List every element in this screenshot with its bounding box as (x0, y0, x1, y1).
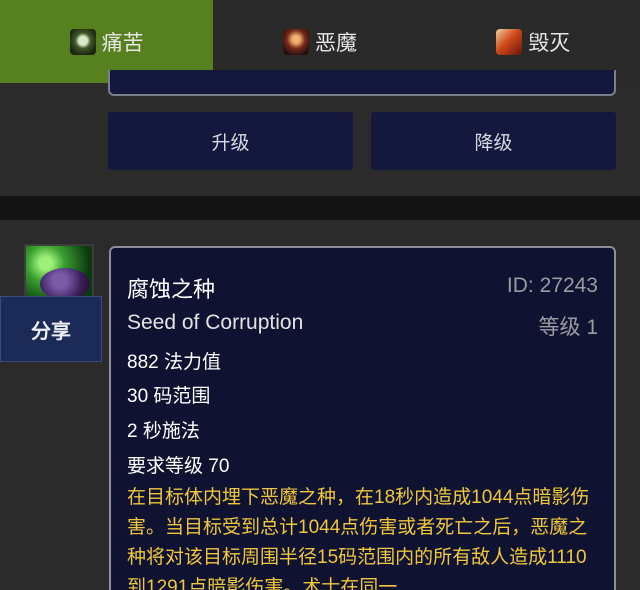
spell-cast-time: 2 秒施法 (127, 421, 200, 442)
section-divider (0, 196, 640, 220)
previous-spell-card (108, 70, 616, 96)
spell-range: 30 码范围 (127, 386, 211, 407)
downgrade-button[interactable]: 降级 (371, 112, 616, 170)
spell-name-en: Seed of Corruption (127, 311, 304, 334)
tab-destruction-label: 毁灭 (528, 31, 571, 55)
destruction-icon (496, 28, 523, 55)
spell-required-level: 要求等级 70 (127, 456, 230, 477)
share-button[interactable]: 分享 (0, 296, 102, 362)
spell-description: 在目标体内埋下恶魔之种，在18秒内造成1044点暗影伤害。当目标受到总计1044… (127, 487, 590, 590)
tab-affliction-label: 痛苦 (101, 31, 144, 55)
demonology-icon (282, 28, 309, 55)
upgrade-button[interactable]: 升级 (108, 112, 353, 170)
spell-tooltip: 腐蚀之种 ID: 27243 Seed of Corruption 等级 1 8… (109, 246, 616, 590)
spell-mana-cost: 882 法力值 (127, 352, 221, 373)
spell-rank: 等级 1 (538, 316, 598, 339)
spell-name-cn: 腐蚀之种 (127, 277, 216, 302)
tab-demonology-label: 恶魔 (314, 31, 357, 55)
spell-id: ID: 27243 (506, 274, 598, 297)
affliction-icon (69, 28, 96, 55)
